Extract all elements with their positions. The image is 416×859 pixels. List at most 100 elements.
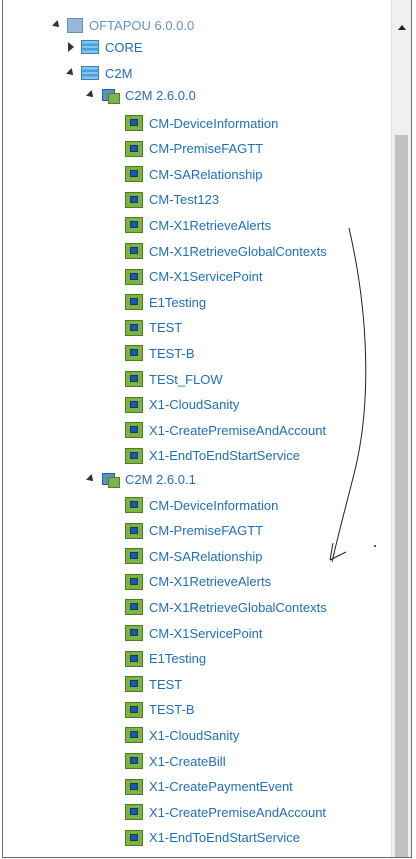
flow-item-label: TEST (149, 320, 183, 336)
version-icon (101, 87, 120, 104)
flow-icon (125, 573, 143, 590)
project-tree: OFTAPOU 6.0.0.0 CORE C2M C2M 2.6.0.0 CM-… (3, 0, 391, 857)
flow-item-label: X1-CreatePaymentEvent (149, 779, 293, 795)
flow-icon (125, 268, 143, 285)
flow-icon (125, 548, 143, 565)
flow-item[interactable]: X1-CreatePaymentEvent (125, 774, 293, 800)
flow-icon (125, 422, 143, 439)
database-icon (81, 40, 99, 54)
flow-item[interactable]: CM-DeviceInformation (125, 110, 278, 136)
flow-item[interactable]: E1Testing (125, 646, 206, 672)
flow-icon (125, 727, 143, 744)
tree-node-version-2[interactable]: C2M 2.6.0.1 (85, 466, 196, 492)
flow-icon (125, 829, 143, 846)
tree-node-label: C2M 2.6.0.0 (125, 87, 196, 103)
flow-icon (125, 522, 143, 539)
flow-item-label: CM-X1ServicePoint (149, 269, 263, 285)
scroll-up-arrow-icon[interactable] (392, 18, 411, 36)
flow-item-label: X1-CloudSanity (149, 727, 240, 743)
flow-item[interactable]: CM-DeviceInformation (125, 492, 278, 518)
flow-item[interactable]: CM-PremiseFAGTT (125, 518, 263, 544)
flow-item[interactable]: X1-CreateBill (125, 748, 226, 774)
flow-icon (125, 140, 143, 157)
flow-icon (125, 701, 143, 718)
flow-item-label: E1Testing (149, 294, 207, 310)
flow-item[interactable]: CM-X1ServicePoint (125, 264, 262, 290)
flow-icon (125, 625, 143, 641)
flow-icon (125, 217, 143, 234)
tree-panel: OFTAPOU 6.0.0.0 CORE C2M C2M 2.6.0.0 CM-… (2, 0, 412, 858)
flow-item-label: X1-CloudSanity (149, 397, 240, 413)
flow-icon (125, 676, 143, 693)
tree-node-core[interactable]: CORE (65, 34, 143, 60)
flow-item[interactable]: CM-SARelationship (125, 543, 262, 569)
flow-item-label: CM-PremiseFAGTT (149, 523, 264, 539)
tree-node-label: OFTAPOU 6.0.0.0 (89, 17, 195, 33)
flow-item-label: CM-X1RetrieveGlobalContexts (149, 243, 327, 259)
flow-item[interactable]: CM-X1RetrieveAlerts (125, 212, 271, 238)
tree-node-label: CORE (105, 39, 143, 55)
flow-icon (125, 753, 143, 769)
tree-node-label: C2M 2.6.0.1 (125, 471, 196, 487)
flow-icon (125, 804, 143, 821)
flow-item[interactable]: CM-X1RetrieveAlerts (125, 569, 271, 595)
flow-icon (125, 371, 143, 387)
flow-icon (125, 599, 143, 616)
flow-item[interactable]: X1-CloudSanity (125, 392, 239, 418)
flow-item-label: X1-CreatePremiseAndAccount (149, 804, 327, 820)
collapse-arrow-icon[interactable] (85, 89, 97, 101)
version-icon (101, 471, 120, 488)
flow-icon (125, 447, 143, 464)
collapse-arrow-icon[interactable] (85, 473, 97, 485)
tree-node-version-1[interactable]: C2M 2.6.0.0 (85, 82, 196, 108)
flow-item-label: CM-SARelationship (149, 548, 263, 564)
flow-item-label: CM-DeviceInformation (149, 115, 279, 131)
database-icon (81, 66, 99, 80)
expand-arrow-icon[interactable] (65, 41, 77, 53)
collapse-arrow-icon[interactable] (51, 19, 63, 31)
flow-item-label: TEST-B (149, 702, 195, 718)
flow-icon (125, 497, 143, 513)
flow-icon (125, 396, 143, 413)
flow-item-label: TEST (149, 676, 183, 692)
scrollbar-thumb[interactable] (395, 135, 408, 857)
flow-item[interactable]: E1Testing (125, 289, 206, 315)
flow-item-label: CM-X1RetrieveAlerts (149, 574, 272, 590)
flow-item[interactable]: X1-EndToEndStartService (125, 825, 300, 851)
flow-item[interactable]: CM-X1RetrieveGlobalContexts (125, 238, 327, 264)
flow-item-label: CM-PremiseFAGTT (149, 141, 264, 157)
flow-icon (125, 243, 143, 259)
flow-item[interactable]: CM-X1ServicePoint (125, 620, 262, 646)
flow-icon (125, 115, 143, 131)
flow-item-label: CM-X1ServicePoint (149, 625, 263, 641)
tree-node-label: C2M (105, 65, 133, 81)
flow-item-label: TEST-B (149, 345, 195, 361)
flow-item-label: CM-Test123 (149, 192, 220, 208)
flow-item[interactable]: CM-SARelationship (125, 161, 262, 187)
flow-item[interactable]: X1-CloudSanity (125, 722, 239, 748)
flow-item-label: CM-X1RetrieveAlerts (149, 217, 272, 233)
flow-item[interactable]: CM-PremiseFAGTT (125, 136, 263, 162)
flow-item[interactable]: TEST-B (125, 697, 195, 723)
flow-item[interactable]: TEST-B (125, 340, 195, 366)
flow-icon (125, 191, 143, 208)
flow-item[interactable]: CM-Test123 (125, 187, 219, 213)
flow-item[interactable]: X1-EndToEndStartService (125, 443, 300, 469)
flow-item[interactable]: X1-CreatePremiseAndAccount (125, 799, 326, 825)
flow-item-label: X1-EndToEndStartService (149, 830, 301, 846)
flow-icon (125, 294, 143, 311)
flow-item[interactable]: TEST (125, 315, 182, 341)
flow-icon (125, 345, 143, 362)
flow-item[interactable]: X1-CreatePremiseAndAccount (125, 417, 326, 443)
vertical-scrollbar[interactable] (391, 0, 411, 857)
flow-item-label: TESt_FLOW (149, 371, 223, 387)
flow-icon (125, 166, 143, 183)
flow-item-label: X1-CreateBill (149, 753, 226, 769)
collapse-arrow-icon[interactable] (65, 67, 77, 79)
flow-item[interactable]: TEST (125, 671, 182, 697)
flow-icon (125, 778, 143, 795)
project-icon (67, 17, 83, 33)
flow-item[interactable]: TESt_FLOW (125, 366, 223, 392)
flow-item-label: CM-X1RetrieveGlobalContexts (149, 599, 327, 615)
flow-item[interactable]: CM-X1RetrieveGlobalContexts (125, 594, 327, 620)
